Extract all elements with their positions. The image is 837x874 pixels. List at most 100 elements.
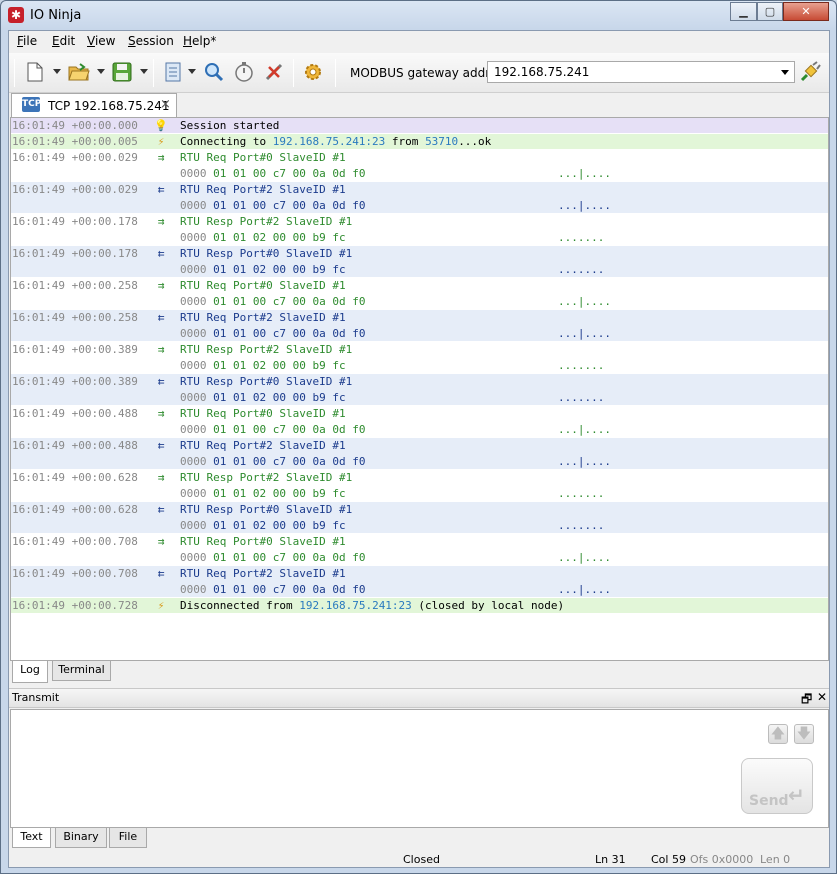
connect-plug-icon[interactable]: [797, 59, 823, 85]
ascii-dump: ...|....: [558, 199, 611, 212]
log-event-row[interactable]: 16:01:49 +00:00.728 ⚡ Disconnected from 19…: [11, 598, 828, 614]
log-message: RTU Req Port#2 SlaveID #1: [180, 183, 346, 196]
menu-view[interactable]: View: [87, 34, 115, 48]
hex-bytes: 01 01 00 c7 00 0a 0d f0: [213, 423, 366, 436]
hex-dump: 0000 01 01 02 00 00 b9 fc: [180, 390, 346, 406]
ascii-dump: .......: [558, 263, 605, 276]
log-event-row[interactable]: 16:01:49 +00:00.000 💡 Session started: [11, 118, 828, 134]
rx-packet-icon: ⇇: [157, 311, 165, 324]
length-indicator: Len 0: [760, 853, 791, 866]
log-message: RTU Req Port#0 SlaveID #1: [180, 407, 346, 420]
tab-session[interactable]: TCP TCP 192.168.75.241 ×: [11, 93, 177, 117]
hex-bytes: 01 01 00 c7 00 0a 0d f0: [213, 199, 366, 212]
log-packet-row[interactable]: 16:01:49 +00:00.178 ⇇ RTU Resp Port#0 Slav…: [11, 246, 828, 278]
app-window: ✱ IO Ninja ▁ ▢ ✕ File Edit View Session …: [0, 0, 837, 874]
log-packet-row[interactable]: 16:01:49 +00:00.628 ⇇ RTU Resp Port#0 Slav…: [11, 502, 828, 534]
log-timestamp: 16:01:49 +00:00.708: [12, 567, 138, 580]
transmit-text-area[interactable]: 🡅 🡇 Send ↵: [10, 709, 829, 828]
transmit-pane-header: Transmit 🗗 ✕: [9, 688, 829, 708]
connection-status: Closed: [403, 853, 440, 866]
log-message: Session started: [180, 119, 280, 132]
new-session-icon[interactable]: [22, 59, 48, 85]
tab-log[interactable]: Log: [12, 661, 48, 683]
tab-text[interactable]: Text: [12, 828, 51, 848]
log-packet-row[interactable]: 16:01:49 +00:00.029 ⇉ RTU Req Port#0 Slave…: [11, 150, 828, 182]
chevron-down-icon[interactable]: [781, 70, 789, 75]
log-packet-row[interactable]: 16:01:49 +00:00.488 ⇉ RTU Req Port#0 Slave…: [11, 406, 828, 438]
log-view-tabs: Log Terminal: [9, 661, 829, 683]
hex-offset: 0000: [180, 263, 207, 276]
minimize-button[interactable]: ▁: [730, 2, 757, 21]
tab-binary[interactable]: Binary: [55, 828, 107, 848]
log-packet-row[interactable]: 16:01:49 +00:00.488 ⇇ RTU Req Port#2 Slave…: [11, 438, 828, 470]
client-area: File Edit View Session Help* MODBUS gate…: [8, 30, 830, 868]
session-tab-bar: TCP TCP 192.168.75.241 ×: [9, 93, 829, 117]
tab-terminal[interactable]: Terminal: [52, 661, 111, 681]
history-down-icon[interactable]: 🡇: [794, 724, 814, 744]
rx-packet-icon: ⇇: [157, 375, 165, 388]
column-indicator: Col 59: [651, 853, 686, 866]
close-tab-icon[interactable]: ×: [160, 97, 171, 112]
log-packet-row[interactable]: 16:01:49 +00:00.178 ⇉ RTU Resp Port#2 Slav…: [11, 214, 828, 246]
transmit-tabs: Text Binary File: [9, 828, 829, 848]
ascii-dump: .......: [558, 519, 605, 532]
menu-file[interactable]: File: [17, 34, 37, 48]
hex-bytes: 01 01 02 00 00 b9 fc: [213, 487, 346, 500]
log-packet-row[interactable]: 16:01:49 +00:00.258 ⇉ RTU Req Port#0 Slave…: [11, 278, 828, 310]
log-packet-row[interactable]: 16:01:49 +00:00.708 ⇇ RTU Req Port#2 Slave…: [11, 566, 828, 598]
menu-edit[interactable]: Edit: [52, 34, 75, 48]
log-timestamp: 16:01:49 +00:00.708: [12, 535, 138, 548]
ascii-dump: .......: [558, 231, 605, 244]
log-timestamp: 16:01:49 +00:00.029: [12, 151, 138, 164]
open-folder-icon[interactable]: [66, 59, 92, 85]
save-dropdown[interactable]: [140, 69, 148, 74]
rx-packet-icon: ⇇: [157, 183, 165, 196]
log-dropdown[interactable]: [188, 69, 196, 74]
log-event-row[interactable]: 16:01:49 +00:00.005 ⚡ Connecting to 192.16…: [11, 134, 828, 150]
tab-label: TCP 192.168.75.241: [48, 99, 170, 113]
tx-packet-icon: ⇉: [157, 535, 165, 548]
save-icon[interactable]: [109, 59, 135, 85]
log-packet-row[interactable]: 16:01:49 +00:00.029 ⇇ RTU Req Port#2 Slave…: [11, 182, 828, 214]
float-pane-icon[interactable]: 🗗: [801, 690, 812, 711]
log-timestamp: 16:01:49 +00:00.488: [12, 407, 138, 420]
maximize-button[interactable]: ▢: [757, 2, 783, 21]
close-window-button[interactable]: ✕: [783, 2, 829, 21]
open-dropdown[interactable]: [97, 69, 105, 74]
clear-log-icon[interactable]: [160, 59, 186, 85]
hex-bytes: 01 01 02 00 00 b9 fc: [213, 519, 346, 532]
gateway-address-combo[interactable]: 192.168.75.241: [487, 61, 795, 83]
log-packet-row[interactable]: 16:01:49 +00:00.628 ⇉ RTU Resp Port#2 Slav…: [11, 470, 828, 502]
close-pane-icon[interactable]: ✕: [817, 690, 827, 704]
disconnect-plug-icon[interactable]: [261, 59, 287, 85]
hex-bytes: 01 01 00 c7 00 0a 0d f0: [213, 295, 366, 308]
hex-dump: 0000 01 01 02 00 00 b9 fc: [180, 518, 346, 534]
menu-session[interactable]: Session: [128, 34, 174, 48]
menu-help[interactable]: Help*: [183, 34, 216, 48]
title-bar: ✱ IO Ninja ▁ ▢ ✕: [1, 1, 836, 30]
tab-file[interactable]: File: [109, 828, 147, 848]
hex-offset: 0000: [180, 199, 207, 212]
ascii-dump: ...|....: [558, 295, 611, 308]
history-up-icon[interactable]: 🡅: [768, 724, 788, 744]
ascii-dump: .......: [558, 487, 605, 500]
log-view[interactable]: 16:01:49 +00:00.000 💡 Session started 16:01…: [10, 117, 829, 661]
log-message: RTU Resp Port#2 SlaveID #1: [180, 471, 353, 484]
hex-bytes: 01 01 00 c7 00 0a 0d f0: [213, 583, 366, 596]
log-message: RTU Req Port#2 SlaveID #1: [180, 439, 346, 452]
log-packet-row[interactable]: 16:01:49 +00:00.389 ⇇ RTU Resp Port#0 Slav…: [11, 374, 828, 406]
ascii-dump: .......: [558, 391, 605, 404]
send-button[interactable]: Send ↵: [741, 758, 813, 814]
stopwatch-icon[interactable]: [231, 59, 257, 85]
toolbar: MODBUS gateway address: 192.168.75.241: [9, 53, 829, 93]
settings-gear-icon[interactable]: [300, 59, 326, 85]
log-packet-row[interactable]: 16:01:49 +00:00.708 ⇉ RTU Req Port#0 Slave…: [11, 534, 828, 566]
hex-offset: 0000: [180, 295, 207, 308]
find-icon[interactable]: [201, 59, 227, 85]
log-packet-row[interactable]: 16:01:49 +00:00.258 ⇇ RTU Req Port#2 Slave…: [11, 310, 828, 342]
hex-offset: 0000: [180, 391, 207, 404]
new-session-dropdown[interactable]: [53, 69, 61, 74]
hex-offset: 0000: [180, 487, 207, 500]
log-packet-row[interactable]: 16:01:49 +00:00.389 ⇉ RTU Resp Port#2 Slav…: [11, 342, 828, 374]
log-timestamp: 16:01:49 +00:00.628: [12, 503, 138, 516]
